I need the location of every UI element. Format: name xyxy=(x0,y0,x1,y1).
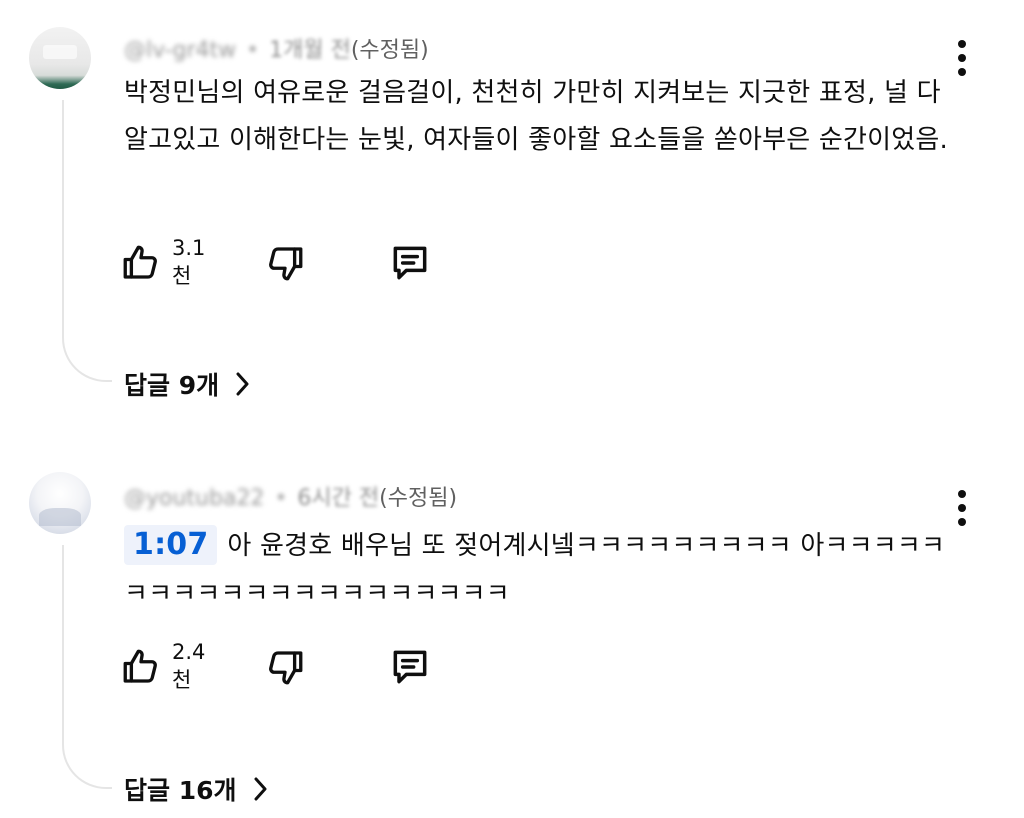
like-button[interactable]: 2.4천 xyxy=(120,640,206,692)
edited-label: (수정됨) xyxy=(350,38,429,63)
timestamp-link[interactable]: 1:07 xyxy=(124,525,218,565)
reply-button[interactable] xyxy=(388,642,432,692)
thumbs-down-icon xyxy=(264,646,306,688)
edited-label: (수정됨) xyxy=(379,486,458,511)
thread-line xyxy=(62,100,112,382)
separator-dot: • xyxy=(246,38,260,63)
dislike-button[interactable] xyxy=(264,238,306,288)
avatar[interactable] xyxy=(29,27,91,89)
author-handle[interactable]: @lv-gr4tw xyxy=(124,38,236,63)
thumbs-up-icon xyxy=(120,242,162,284)
comment-text: 박정민님의 여유로운 걸음걸이, 천천히 가만히 지켜보는 지긋한 표정, 널 … xyxy=(124,78,948,155)
chevron-right-icon xyxy=(251,775,269,803)
thread-line xyxy=(62,545,112,789)
comment-text: 아 윤경호 배우님 또 젖어계시넼ㅋㅋㅋㅋㅋㅋㅋㅋㅋ 아ㅋㅋㅋㅋㅋㅋㅋㅋㅋㅋㅋㅋ… xyxy=(124,531,946,609)
avatar[interactable] xyxy=(29,472,91,534)
like-count: 2.4천 xyxy=(172,640,206,692)
comment-time: 1개월 전 xyxy=(269,38,351,63)
like-count: 3.1천 xyxy=(172,236,206,288)
like-button[interactable]: 3.1천 xyxy=(120,236,206,288)
comment-header: @youtuba22 • 6시간 전(수정됨) xyxy=(124,480,457,512)
comment-text-block: 1:07 아 윤경호 배우님 또 젖어계시넼ㅋㅋㅋㅋㅋㅋㅋㅋㅋ 아ㅋㅋㅋㅋㅋㅋㅋㅋ… xyxy=(124,522,954,618)
author-handle[interactable]: @youtuba22 xyxy=(124,486,264,511)
more-options-button[interactable] xyxy=(952,40,972,76)
thumbs-up-icon xyxy=(120,646,162,688)
more-options-button[interactable] xyxy=(952,490,972,526)
separator-dot: • xyxy=(274,486,288,511)
comment-reply-icon xyxy=(388,241,432,285)
thumbs-down-icon xyxy=(264,242,306,284)
replies-toggle[interactable]: 답글 16개 xyxy=(124,770,269,808)
replies-label: 답글 9개 xyxy=(124,371,220,400)
chevron-right-icon xyxy=(233,370,251,398)
replies-label: 답글 16개 xyxy=(124,776,237,805)
comment-header: @lv-gr4tw • 1개월 전(수정됨) xyxy=(124,32,429,64)
comment-time: 6시간 전 xyxy=(297,486,380,511)
dislike-button[interactable] xyxy=(264,642,306,692)
replies-toggle[interactable]: 답글 9개 xyxy=(124,365,251,403)
comment-reply-icon xyxy=(388,645,432,689)
reply-button[interactable] xyxy=(388,238,432,288)
